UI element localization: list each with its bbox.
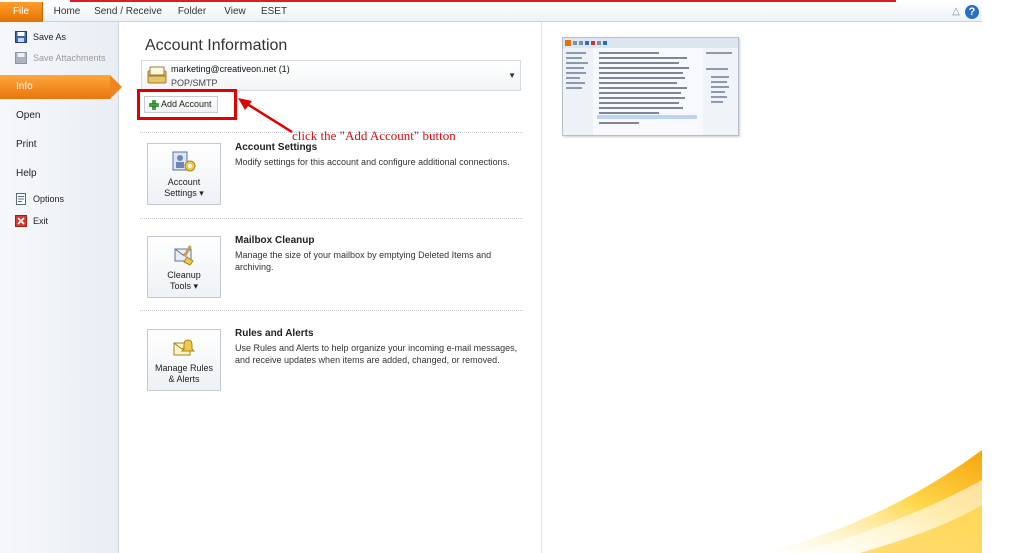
- nav-item-help[interactable]: Help: [16, 165, 37, 183]
- cleanup-tools-button[interactable]: Cleanup Tools ▾: [147, 236, 221, 298]
- account-settings-icon: [172, 151, 196, 172]
- cleanup-tools-button-line2: Tools: [169, 281, 191, 291]
- save-as-command[interactable]: Save As: [0, 27, 118, 47]
- cleanup-tools-button-line1: Cleanup: [167, 270, 201, 280]
- mailbox-cleanup-title: Mailbox Cleanup: [235, 235, 315, 246]
- page-title: Account Information: [145, 37, 288, 54]
- account-settings-button-line1: Account: [167, 177, 201, 187]
- tab-send-receive[interactable]: Send / Receive: [93, 2, 163, 22]
- info-content: Account Information marketing@creativeon…: [120, 22, 541, 553]
- account-email: marketing@creativeon.net (1): [171, 64, 290, 74]
- account-settings-description: Modify settings for this account and con…: [235, 157, 510, 167]
- account-settings-button[interactable]: Account Settings ▾: [147, 143, 221, 205]
- help-icon[interactable]: ?: [965, 5, 979, 19]
- rules-alerts-description: Use Rules and Alerts to help organize yo…: [235, 343, 518, 365]
- chevron-down-icon: ▼: [508, 71, 516, 80]
- annotation-arrow: [238, 98, 293, 134]
- manage-rules-alerts-button[interactable]: Manage Rules & Alerts: [147, 329, 221, 391]
- minimize-ribbon-icon[interactable]: △: [950, 6, 962, 18]
- nav-item-print[interactable]: Print: [16, 136, 37, 154]
- mailbox-cleanup-description: Manage the size of your mailbox by empty…: [235, 250, 492, 272]
- exit-label: Exit: [33, 216, 49, 226]
- tab-eset[interactable]: ESET: [257, 2, 291, 22]
- ribbon-tab-bar: File Home Send / Receive Folder View ESE…: [0, 2, 982, 22]
- plus-icon: [149, 100, 159, 110]
- dropdown-arrow-icon: ▾: [199, 188, 204, 198]
- tab-folder[interactable]: Folder: [168, 2, 216, 22]
- manage-rules-button-line2: & Alerts: [168, 374, 200, 384]
- outlook-backstage-window: File Home Send / Receive Folder View ESE…: [0, 0, 982, 553]
- manage-rules-button-line1: Manage Rules: [154, 363, 214, 373]
- add-account-button[interactable]: Add Account: [144, 96, 218, 113]
- cleanup-tools-icon: [174, 245, 194, 266]
- options-icon: [16, 193, 26, 205]
- save-attachments-command[interactable]: Save Attachments: [0, 48, 118, 68]
- options-command[interactable]: Options: [0, 189, 118, 209]
- save-as-label: Save As: [33, 32, 67, 42]
- account-settings-button-line2: Settings: [164, 188, 197, 198]
- nav-item-open[interactable]: Open: [16, 107, 40, 125]
- save-as-icon: [15, 31, 27, 43]
- decorative-swoosh: [760, 450, 982, 553]
- save-attachments-icon: [15, 52, 27, 64]
- options-label: Options: [33, 194, 65, 204]
- section-divider: [140, 218, 523, 219]
- tab-view[interactable]: View: [218, 2, 252, 22]
- account-selector-dropdown[interactable]: marketing@creativeon.net (1) POP/SMTP ▼: [141, 60, 521, 91]
- add-account-label: Add Account: [161, 99, 212, 109]
- pane-divider: [541, 22, 542, 553]
- account-type: POP/SMTP: [171, 78, 218, 88]
- tab-file[interactable]: File: [0, 2, 43, 22]
- backstage-nav: Save As Save Attachments Info Open Print…: [0, 22, 122, 553]
- mailbox-icon: [147, 66, 167, 84]
- account-preview-thumbnail: [562, 37, 739, 136]
- annotation-text: click the "Add Account" button: [292, 128, 456, 143]
- outlook-preview-image: [563, 38, 738, 135]
- save-attachments-label: Save Attachments: [33, 53, 106, 63]
- dropdown-arrow-icon: ▾: [193, 281, 199, 291]
- rules-alerts-icon: [173, 339, 196, 356]
- exit-command[interactable]: Exit: [0, 211, 118, 231]
- tab-home[interactable]: Home: [45, 2, 89, 22]
- exit-icon: [15, 215, 27, 227]
- nav-item-info[interactable]: Info: [0, 75, 122, 99]
- rules-alerts-title: Rules and Alerts: [235, 328, 314, 339]
- section-divider: [140, 310, 523, 311]
